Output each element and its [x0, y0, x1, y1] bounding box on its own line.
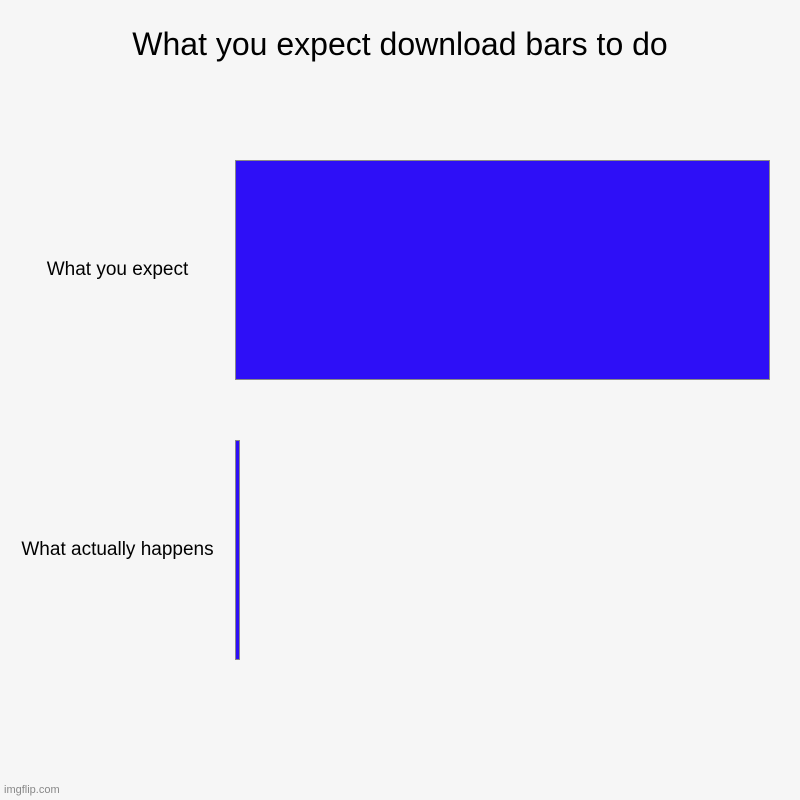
bar-zone	[235, 160, 770, 380]
bar-row: What actually happens	[0, 440, 800, 660]
chart-area: What you expect What actually happens	[0, 160, 800, 720]
bar-zone	[235, 440, 770, 660]
bar-row: What you expect	[0, 160, 800, 380]
category-label: What you expect	[0, 258, 235, 283]
bar-expect	[235, 160, 770, 380]
watermark: imgflip.com	[4, 784, 60, 796]
category-label: What actually happens	[0, 538, 235, 563]
chart-title: What you expect download bars to do	[0, 0, 800, 63]
bar-actual	[235, 440, 240, 660]
